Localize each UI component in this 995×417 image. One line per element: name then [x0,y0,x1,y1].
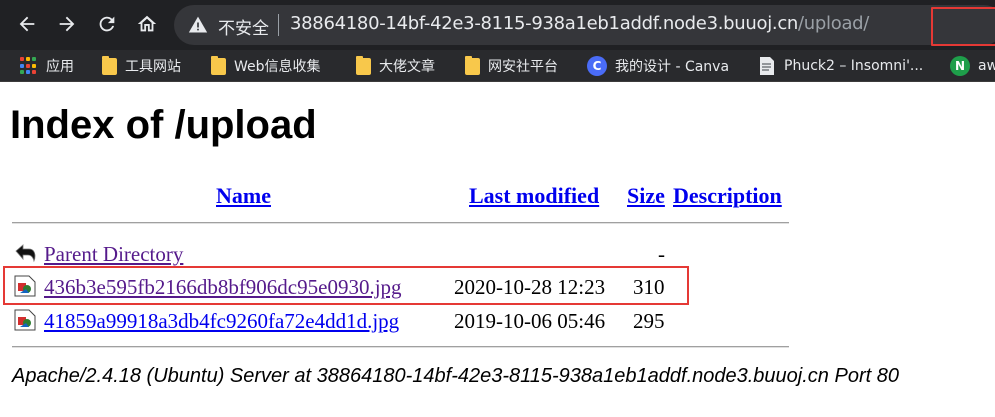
canva-icon: C [587,56,607,76]
page-title: Index of /upload [10,103,317,147]
parent-size: - [658,242,665,266]
bookmark-label: 大佬文章 [379,59,435,75]
file-size: 295 [633,309,665,333]
folder-icon [102,55,117,75]
file-row-highlight-box [3,266,689,305]
parent-directory-link[interactable]: Parent Directory [44,242,183,267]
n-icon: N [950,56,970,76]
back-button[interactable] [12,9,42,39]
security-label[interactable]: 不安全 [218,14,269,39]
bookmark-label: Web信息收集 [234,59,321,75]
bookmark-label: 工具网站 [125,59,181,75]
url-path: /upload/ [798,13,870,34]
page-content: Index of /upload Name Last modified Size… [0,83,995,417]
column-header-name[interactable]: Name [216,183,271,209]
folder-icon [356,55,371,75]
omnibox-separator [278,14,279,36]
folder-icon [465,55,480,75]
reload-icon [99,16,115,32]
bookmark-aw[interactable]: N aw [950,55,995,77]
address-bar[interactable]: 不安全 38864180-14bf-42e3-8115-938a1eb1addf… [174,5,995,46]
url-path-highlight-box [931,7,995,46]
column-header-description[interactable]: Description [673,183,782,209]
bookmark-canva[interactable]: C 我的设计 - Canva [587,55,729,77]
bookmark-label: aw [978,58,995,74]
forward-button[interactable] [52,9,82,39]
bookmark-label: 我的设计 - Canva [615,59,730,75]
browser-toolbar: 不安全 38864180-14bf-42e3-8115-938a1eb1addf… [0,0,995,50]
file-link[interactable]: 41859a99918a3db4fc9260fa72e4dd1d.jpg [44,309,399,334]
page-icon [760,57,774,75]
bookmarks-bar: 应用 工具网站 Web信息收集 大佬文章 网安社平台 C 我的设计 - Canv… [0,50,995,82]
arrow-right-icon [59,16,75,32]
bookmark-security-platform[interactable]: 网安社平台 [465,55,558,77]
url-text[interactable]: 38864180-14bf-42e3-8115-938a1eb1addf.nod… [290,13,869,34]
folder-icon [211,55,226,75]
header-divider [12,222,789,224]
back-arrow-icon [15,244,36,263]
url-host: 38864180-14bf-42e3-8115-938a1eb1addf.nod… [290,13,799,34]
bookmark-label: 网安社平台 [488,59,558,75]
home-icon [137,15,157,32]
bookmark-articles[interactable]: 大佬文章 [356,55,435,77]
bookmark-web-info[interactable]: Web信息收集 [211,55,321,77]
image-file-icon [14,309,36,331]
file-modified: 2019-10-06 05:46 [454,309,606,333]
column-header-size[interactable]: Size [627,183,665,209]
arrow-left-icon [19,16,35,32]
bookmark-tools[interactable]: 工具网站 [102,55,181,77]
home-button[interactable] [132,9,162,39]
bookmark-label: 应用 [46,59,74,75]
warning-icon[interactable] [188,15,208,35]
bookmark-apps[interactable]: 应用 [20,55,74,77]
footer-divider [12,346,789,348]
column-header-last-modified[interactable]: Last modified [469,183,599,209]
apps-icon [20,57,38,75]
bookmark-phuck2[interactable]: Phuck2 – Insomni'... [758,55,923,77]
reload-button[interactable] [92,9,122,39]
bookmark-label: Phuck2 – Insomni'... [784,58,924,74]
server-signature: Apache/2.4.18 (Ubuntu) Server at 3886418… [12,365,899,387]
